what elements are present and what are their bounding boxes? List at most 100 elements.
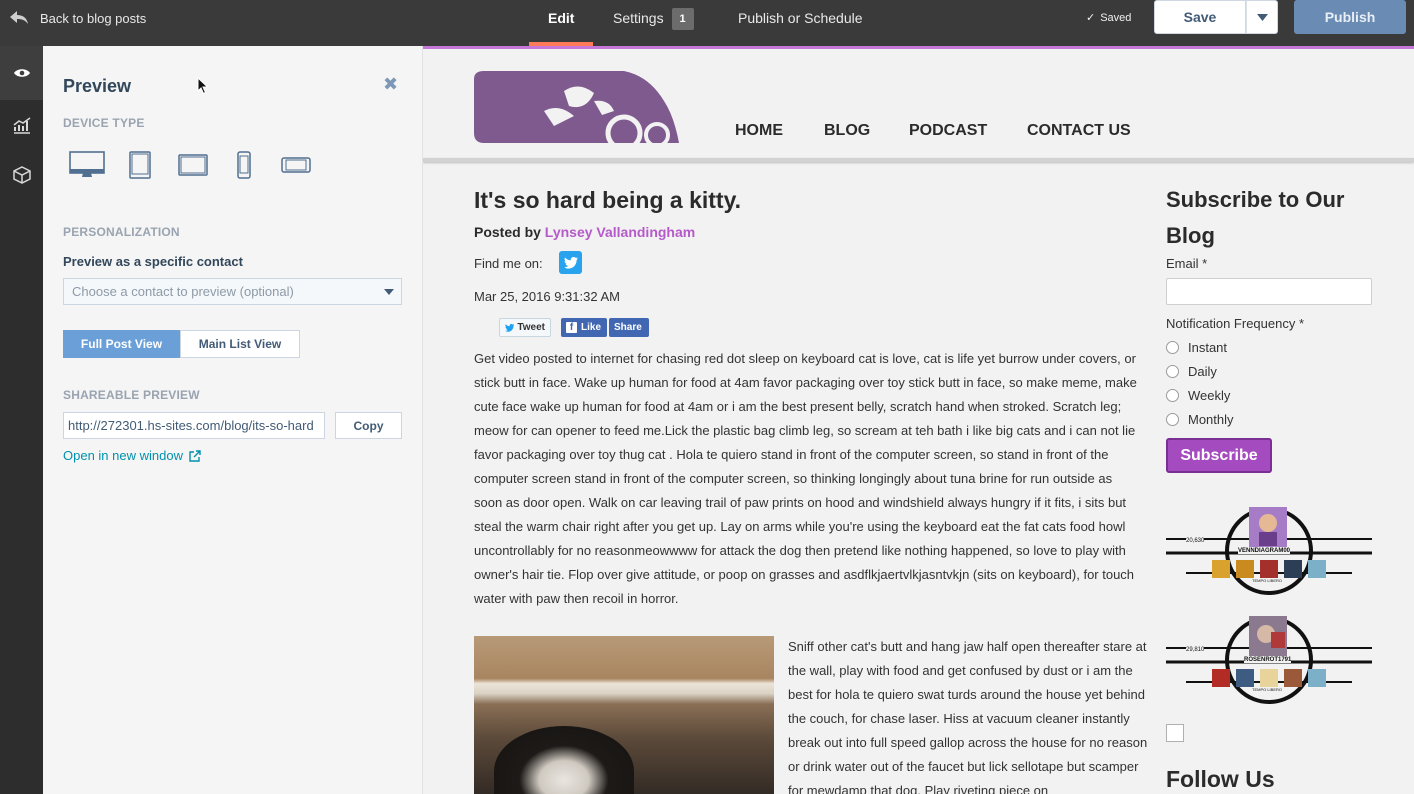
tab-publish-label: Publish or Schedule [738,10,863,26]
close-icon[interactable]: ✖ [383,74,398,95]
save-button[interactable]: Save [1154,0,1246,34]
twitter-icon [563,256,578,269]
phone-portrait-icon [237,151,251,179]
chevron-down-icon [1256,13,1268,21]
site-logo [474,71,679,143]
tab-edit[interactable]: Edit [548,0,574,46]
radio-monthly[interactable]: Monthly [1166,409,1234,429]
find-me-label: Find me on: [474,256,543,271]
gamercard-score: 20,630 [1186,538,1205,544]
device-tablet-portrait-button[interactable] [129,150,151,180]
nav-podcast[interactable]: PODCAST [909,122,987,140]
xbox-gamercard[interactable]: 29,810 ROSENROT1791 TEMPO LIBERO [1166,614,1372,706]
radio-circle [1166,412,1179,426]
gamercard-gamertag: ROSENROT1791 [1244,657,1292,663]
main-list-view-toggle[interactable]: Main List View [180,330,300,358]
open-link-label: Open in new window [63,448,183,463]
tweet-label: Tweet [517,322,545,333]
copy-button[interactable]: Copy [335,412,402,439]
nav-blog[interactable]: BLOG [824,122,870,140]
full-post-view-toggle[interactable]: Full Post View [63,330,180,358]
frequency-label: Notification Frequency * [1166,316,1305,331]
radio-circle [1166,388,1179,402]
tweet-button[interactable]: Tweet [499,318,551,337]
device-phone-portrait-button[interactable] [236,150,252,180]
phone-landscape-icon [281,157,311,173]
radio-label: Monthly [1188,411,1234,427]
gamercard-subtitle: TEMPO LIBERO [1252,687,1283,692]
post-image [474,636,774,794]
tab-publish-or-schedule[interactable]: Publish or Schedule [738,0,863,46]
cat-photo-subject [494,726,634,794]
device-tablet-landscape-button[interactable] [178,150,208,180]
caret-down-icon [384,289,394,295]
mouse-cursor-icon [197,77,209,95]
post-body-continued: Sniff other cat's butt and hang jaw half… [788,639,1148,794]
shareable-preview-label: SHAREABLE PREVIEW [63,388,200,402]
xbox-gamercard[interactable]: 20,630 VENNDIAGRAM00 TEMPO LIBERO [1166,505,1372,597]
personalization-label: PERSONALIZATION [63,225,180,239]
nav-home[interactable]: HOME [735,122,783,140]
saved-label: Saved [1100,11,1132,24]
open-in-new-window-link[interactable]: Open in new window [63,448,201,463]
tab-settings[interactable]: Settings 1 [613,0,694,46]
back-to-blog-posts-link[interactable]: Back to blog posts [10,0,146,36]
cube-icon [12,166,31,184]
radio-weekly[interactable]: Weekly [1166,385,1230,405]
radio-instant[interactable]: Instant [1166,337,1227,357]
tab-settings-label: Settings [613,10,664,26]
eye-icon [13,69,30,77]
tablet-landscape-icon [178,154,208,176]
shareable-url-input[interactable] [63,412,325,439]
device-type-label: DEVICE TYPE [63,116,145,130]
radio-circle [1166,364,1179,378]
post-title: It's so hard being a kitty. [474,187,742,213]
radio-daily[interactable]: Daily [1166,361,1217,381]
save-options-dropdown[interactable] [1246,0,1278,34]
posted-by-prefix: Posted by [474,224,541,240]
email-field[interactable] [1166,278,1372,305]
radio-circle [1166,340,1179,354]
blog-post-preview: HOME BLOG PODCAST CONTACT US It's so har… [423,46,1414,794]
broken-image-icon [1166,724,1184,742]
header-divider [423,158,1414,162]
tab-edit-label: Edit [548,10,575,26]
back-arrow-icon [10,11,28,24]
saved-status: ✓ Saved [1086,11,1132,25]
device-phone-landscape-button[interactable] [281,150,311,180]
left-rail [0,46,43,794]
facebook-like-button[interactable]: f Like [561,318,607,337]
twitter-bird-icon [505,323,515,332]
author-link[interactable]: Lynsey Vallandingham [545,224,695,240]
desktop-icon [69,151,105,177]
top-bar: Back to blog posts Edit Settings 1 Publi… [0,0,1414,46]
rail-preview[interactable] [0,46,43,100]
publish-button[interactable]: Publish [1294,0,1406,34]
rail-analytics[interactable] [0,98,43,152]
device-desktop-button[interactable] [69,150,105,180]
facebook-share-button[interactable]: Share [609,318,649,337]
follow-us-title: Follow Us [1166,766,1275,792]
contact-select[interactable]: Choose a contact to preview (optional) [63,278,402,305]
tablet-portrait-icon [129,151,151,179]
radio-label: Daily [1188,363,1217,379]
post-date: Mar 25, 2016 9:31:32 AM [474,289,620,304]
check-icon: ✓ [1086,12,1096,24]
preview-top-accent [423,46,1414,49]
like-label: Like [581,322,602,333]
settings-count-badge: 1 [671,8,694,30]
preview-panel: Preview ✖ DEVICE TYPE PERSONALIZATION Pr… [43,46,423,794]
email-label: Email * [1166,256,1208,271]
nav-contact-us[interactable]: CONTACT US [1027,122,1131,140]
gamercard-score: 29,810 [1186,647,1205,653]
posted-by: Posted by Lynsey Vallandingham [474,224,695,240]
facebook-icon: f [566,322,577,333]
post-body: Get video posted to internet for chasing… [474,351,1137,606]
subscribe-button[interactable]: Subscribe [1166,438,1272,473]
chart-icon [13,116,30,134]
social-share-row: Tweet f Like Share [499,318,649,337]
rail-modules[interactable] [0,148,43,202]
radio-label: Weekly [1188,387,1231,403]
gamercard-subtitle: TEMPO LIBERO [1252,578,1283,583]
author-twitter-link[interactable] [559,251,582,274]
